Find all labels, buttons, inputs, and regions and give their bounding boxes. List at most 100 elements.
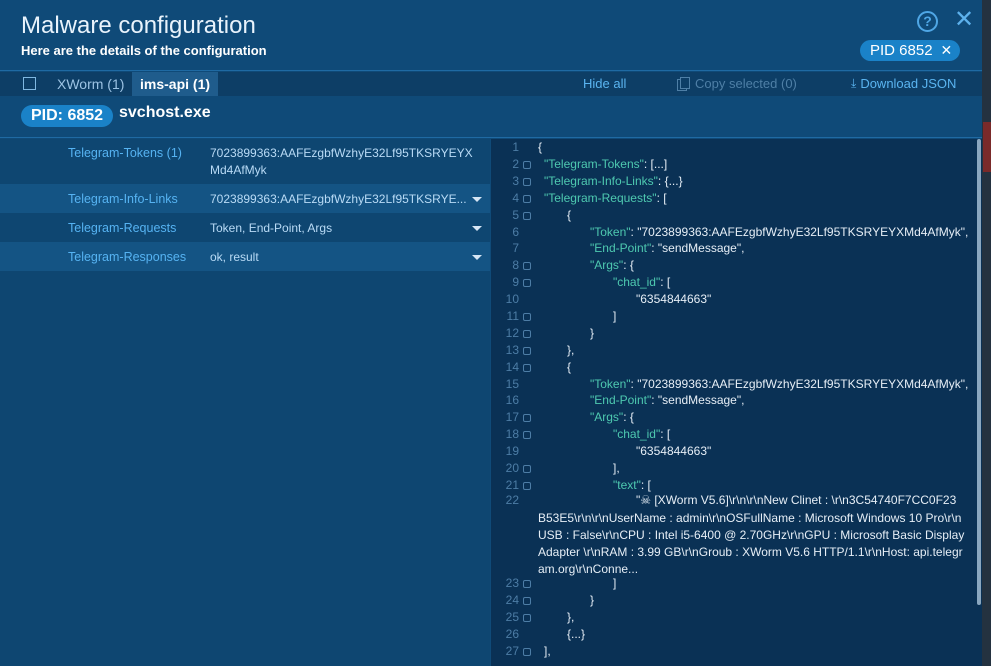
config-value: ok, result — [210, 250, 259, 264]
config-key: Telegram-Tokens (1) — [68, 146, 182, 160]
download-icon: ⤓ — [851, 76, 857, 90]
json-key: "Args" — [590, 258, 624, 272]
json-key: "chat_id" — [613, 427, 661, 441]
json-viewer: 1 2 3 4 5 6 7 8 9 10 11 12 13 14 15 16 1… — [491, 139, 982, 666]
json-line: "Args": { — [590, 410, 634, 424]
json-line: { — [567, 360, 572, 374]
json-key: "Telegram-Info-Links" — [544, 174, 658, 188]
json-value: : "sendMessage", — [651, 393, 745, 407]
copy-selected-label: Copy selected (0) — [695, 76, 797, 91]
select-all-checkbox[interactable] — [23, 77, 36, 90]
fold-toggle-icon[interactable] — [523, 161, 531, 169]
line-number: 5 — [512, 208, 519, 222]
json-key: "End-Point" — [590, 393, 652, 407]
chevron-down-icon[interactable] — [472, 255, 482, 260]
line-number: 24 — [505, 593, 519, 607]
process-name: svchost.exe — [119, 104, 211, 121]
fold-toggle-icon[interactable] — [523, 364, 531, 372]
json-line: "Args": { — [590, 258, 634, 272]
line-number: 23 — [505, 576, 519, 590]
config-key: Telegram-Info-Links — [68, 192, 178, 206]
fold-toggle-icon[interactable] — [523, 279, 531, 287]
json-value: : {...} — [657, 174, 683, 188]
fold-toggle-icon[interactable] — [523, 648, 531, 656]
line-number: 20 — [505, 461, 519, 475]
json-line: {...} — [567, 627, 586, 641]
json-line: }, — [567, 610, 575, 624]
line-number: 26 — [505, 627, 519, 641]
config-row[interactable]: Telegram-Info-Links 7023899363:AAFEzgbfW… — [0, 184, 490, 213]
hide-all-button[interactable]: Hide all — [583, 76, 626, 91]
dialog-subtitle: Here are the details of the configuratio… — [21, 43, 267, 58]
remove-chip-icon[interactable]: ✕ — [941, 40, 953, 61]
line-number: 21 — [505, 478, 519, 492]
fold-toggle-icon[interactable] — [523, 431, 531, 439]
json-line: "☠ [XWorm V5.6]\r\n\r\nNew Clinet : \r\n… — [636, 493, 957, 507]
line-number: 11 — [506, 309, 519, 323]
json-line: "Telegram-Tokens": [...] — [544, 157, 667, 171]
line-number: 12 — [505, 326, 519, 340]
fold-toggle-icon[interactable] — [523, 195, 531, 203]
copy-selected-button[interactable]: Copy selected (0) — [677, 76, 797, 91]
background-window-marker — [983, 122, 991, 172]
line-number: 2 — [512, 157, 519, 171]
config-value: Token, End-Point, Args — [210, 221, 333, 235]
json-line: ] — [613, 576, 617, 590]
fold-toggle-icon[interactable] — [523, 347, 531, 355]
fold-toggle-icon[interactable] — [523, 330, 531, 338]
fold-toggle-icon[interactable] — [523, 597, 531, 605]
tab-xworm[interactable]: XWorm (1) — [49, 72, 132, 96]
line-number: 19 — [505, 444, 519, 458]
fold-toggle-icon[interactable] — [523, 414, 531, 422]
line-number: 22 — [505, 493, 519, 507]
json-scrollbar[interactable] — [977, 139, 981, 605]
pid-filter-chip: PID 6852 ✕ — [860, 40, 961, 61]
json-line: "End-Point": "sendMessage", — [590, 241, 744, 255]
json-key: "Telegram-Requests" — [544, 191, 657, 205]
line-number: 18 — [505, 427, 519, 441]
line-number: 10 — [505, 292, 519, 306]
fold-toggle-icon[interactable] — [523, 482, 531, 490]
line-number: 15 — [505, 377, 519, 391]
config-row[interactable]: Telegram-Responses ok, result — [0, 242, 490, 271]
help-icon[interactable]: ? — [917, 11, 938, 32]
fold-toggle-icon[interactable] — [523, 178, 531, 186]
fold-toggle-icon[interactable] — [523, 580, 531, 588]
fold-toggle-icon[interactable] — [523, 614, 531, 622]
config-key: Telegram-Responses — [68, 250, 187, 264]
json-value: : { — [623, 258, 634, 272]
fold-toggle-icon[interactable] — [523, 313, 531, 321]
dialog-title: Malware configuration — [21, 12, 256, 39]
json-line: "6354844663" — [636, 444, 712, 458]
chevron-down-icon[interactable] — [472, 226, 482, 231]
config-row[interactable]: Telegram-Tokens (1) 7023899363:AAFEzgbfW… — [0, 139, 490, 184]
chevron-down-icon[interactable] — [472, 197, 482, 202]
line-number: 16 — [505, 393, 519, 407]
json-key: "chat_id" — [613, 275, 661, 289]
line-number: 1 — [512, 140, 519, 154]
config-row[interactable]: Telegram-Requests Token, End-Point, Args — [0, 213, 490, 242]
json-line: { — [567, 208, 572, 222]
line-number: 6 — [512, 225, 519, 239]
fold-toggle-icon[interactable] — [523, 465, 531, 473]
json-key: "End-Point" — [590, 241, 652, 255]
config-list: Telegram-Tokens (1) 7023899363:AAFEzgbfW… — [0, 139, 490, 666]
json-line: ] — [613, 309, 617, 323]
json-line: "Token": "7023899363:AAFEzgbfWzhyE32Lf95… — [590, 377, 968, 391]
tab-ims-api[interactable]: ims-api (1) — [132, 72, 219, 96]
close-icon[interactable]: ✕ — [953, 8, 975, 32]
json-key: "Args" — [590, 410, 624, 424]
fold-toggle-icon[interactable] — [523, 212, 531, 220]
json-value: : "sendMessage", — [651, 241, 745, 255]
line-number: 14 — [505, 360, 519, 374]
download-json-label: Download JSON — [860, 76, 957, 91]
json-key: "text" — [613, 478, 641, 492]
download-json-button[interactable]: ⤓ Download JSON — [851, 76, 956, 91]
background-window-edge — [982, 0, 991, 666]
json-line: "Telegram-Requests": [ — [544, 191, 667, 205]
json-value: : [...] — [643, 157, 668, 171]
line-number: 7 — [512, 241, 519, 255]
line-number: 8 — [512, 258, 519, 272]
process-pid-badge: PID: 6852 — [21, 105, 114, 127]
fold-toggle-icon[interactable] — [523, 262, 531, 270]
